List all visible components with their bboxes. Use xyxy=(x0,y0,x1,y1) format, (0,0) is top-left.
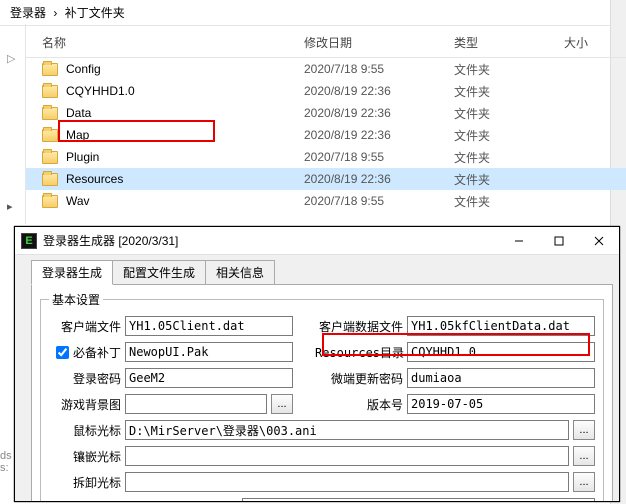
group-title: 基本设置 xyxy=(49,291,103,308)
input-res-dir[interactable] xyxy=(407,342,595,362)
item-name: Config xyxy=(66,62,304,76)
tab-panel: 基本设置 客户端文件 客户端数据文件 必备补丁 xyxy=(31,284,613,501)
label-client-file: 客户端文件 xyxy=(49,318,121,335)
titlebar[interactable]: E 登录器生成器 [2020/3/31] xyxy=(15,227,619,255)
checkbox-patch[interactable]: 必备补丁 xyxy=(49,344,121,361)
list-item[interactable]: Resources 2020/8/19 22:36 文件夹 xyxy=(26,168,626,190)
item-name: CQYHHD1.0 xyxy=(66,84,304,98)
label-embed-cursor: 镶嵌光标 xyxy=(49,448,121,465)
minimize-button[interactable] xyxy=(499,227,539,255)
item-type: 文件夹 xyxy=(454,149,564,166)
item-name: Data xyxy=(66,106,304,120)
app-icon: E xyxy=(21,233,37,249)
input-popup-url[interactable] xyxy=(242,498,595,501)
folder-icon xyxy=(42,173,58,186)
label-res-dir: Resources目录 xyxy=(315,344,403,361)
input-login-pwd[interactable] xyxy=(125,368,293,388)
list-item[interactable]: Data 2020/8/19 22:36 文件夹 xyxy=(26,102,626,124)
label-cursor: 鼠标光标 xyxy=(49,422,121,439)
column-headers[interactable]: 名称 修改日期 类型 大小 xyxy=(26,28,626,58)
label-micro-pwd: 微端更新密码 xyxy=(315,370,403,387)
list-item[interactable]: Map 2020/8/19 22:36 文件夹 xyxy=(26,124,626,146)
item-date: 2020/8/19 22:36 xyxy=(304,128,454,142)
label-remove-cursor: 拆卸光标 xyxy=(49,474,121,491)
list-item[interactable]: Plugin 2020/7/18 9:55 文件夹 xyxy=(26,146,626,168)
item-type: 文件夹 xyxy=(454,61,564,78)
generator-dialog: E 登录器生成器 [2020/3/31] 登录器生成 配置文件生成 相关信息 基… xyxy=(14,226,620,502)
cropped-text: dss: xyxy=(0,450,12,474)
list-item[interactable]: CQYHHD1.0 2020/8/19 22:36 文件夹 xyxy=(26,80,626,102)
input-bg-img[interactable] xyxy=(125,394,267,414)
label-client-data-file: 客户端数据文件 xyxy=(315,318,403,335)
checkbox-popup[interactable]: 版本不符弹出网页 xyxy=(125,500,238,502)
input-cursor[interactable] xyxy=(125,420,569,440)
tab-bar: 登录器生成 配置文件生成 相关信息 xyxy=(31,260,613,285)
tab-config[interactable]: 配置文件生成 xyxy=(112,260,206,285)
list-item[interactable]: Wav 2020/7/18 9:55 文件夹 xyxy=(26,190,626,212)
chevron-right-icon[interactable]: ▸ xyxy=(7,200,13,213)
folder-icon xyxy=(42,107,58,120)
window-title: 登录器生成器 [2020/3/31] xyxy=(43,232,499,249)
input-client-file[interactable] xyxy=(125,316,293,336)
browse-remove-cursor-button[interactable]: ... xyxy=(573,472,595,492)
item-date: 2020/8/19 22:36 xyxy=(304,106,454,120)
label-version: 版本号 xyxy=(315,396,403,413)
item-type: 文件夹 xyxy=(454,105,564,122)
folder-icon xyxy=(42,129,58,142)
input-micro-pwd[interactable] xyxy=(407,368,595,388)
item-type: 文件夹 xyxy=(454,83,564,100)
input-patch[interactable] xyxy=(125,342,293,362)
chevron-right-icon[interactable]: ▷ xyxy=(7,52,15,65)
item-date: 2020/7/18 9:55 xyxy=(304,150,454,164)
item-date: 2020/8/19 22:36 xyxy=(304,84,454,98)
close-button[interactable] xyxy=(579,227,619,255)
group-basic: 基本设置 客户端文件 客户端数据文件 必备补丁 xyxy=(40,291,604,501)
maximize-button[interactable] xyxy=(539,227,579,255)
label-patch: 必备补丁 xyxy=(73,344,121,361)
breadcrumb-part[interactable]: 登录器 xyxy=(8,6,48,20)
item-date: 2020/7/18 9:55 xyxy=(304,194,454,208)
item-type: 文件夹 xyxy=(454,171,564,188)
header-name[interactable]: 名称 xyxy=(42,34,304,51)
item-type: 文件夹 xyxy=(454,127,564,144)
item-type: 文件夹 xyxy=(454,193,564,210)
list-item[interactable]: Config 2020/7/18 9:55 文件夹 xyxy=(26,58,626,80)
folder-icon xyxy=(42,85,58,98)
input-remove-cursor[interactable] xyxy=(125,472,569,492)
header-size[interactable]: 大小 xyxy=(564,34,624,51)
item-date: 2020/8/19 22:36 xyxy=(304,172,454,186)
header-type[interactable]: 类型 xyxy=(454,34,564,51)
item-name: Map xyxy=(66,128,304,142)
chevron-right-icon: › xyxy=(51,6,59,20)
input-embed-cursor[interactable] xyxy=(125,446,569,466)
label-popup: 版本不符弹出网页 xyxy=(142,500,238,502)
checkbox-patch-input[interactable] xyxy=(56,346,69,359)
file-list: 名称 修改日期 类型 大小 Config 2020/7/18 9:55 文件夹 … xyxy=(26,28,626,212)
folder-icon xyxy=(42,63,58,76)
header-date[interactable]: 修改日期 xyxy=(304,34,454,51)
browse-bg-button[interactable]: ... xyxy=(271,394,293,414)
label-login-pwd: 登录密码 xyxy=(49,370,121,387)
breadcrumb-part[interactable]: 补丁文件夹 xyxy=(63,6,127,20)
item-name: Plugin xyxy=(66,150,304,164)
tab-generate[interactable]: 登录器生成 xyxy=(31,260,113,285)
item-name: Resources xyxy=(66,172,304,186)
item-name: Wav xyxy=(66,194,304,208)
tree-pane[interactable]: ▷ ▸ xyxy=(0,24,26,224)
tab-info[interactable]: 相关信息 xyxy=(205,260,275,285)
label-bg-img: 游戏背景图 xyxy=(49,396,121,413)
browse-cursor-button[interactable]: ... xyxy=(573,420,595,440)
item-date: 2020/7/18 9:55 xyxy=(304,62,454,76)
breadcrumb[interactable]: 登录器 › 补丁文件夹 xyxy=(0,0,626,26)
folder-icon xyxy=(42,195,58,208)
folder-icon xyxy=(42,151,58,164)
input-client-data-file[interactable] xyxy=(407,316,595,336)
browse-embed-cursor-button[interactable]: ... xyxy=(573,446,595,466)
input-version[interactable] xyxy=(407,394,595,414)
